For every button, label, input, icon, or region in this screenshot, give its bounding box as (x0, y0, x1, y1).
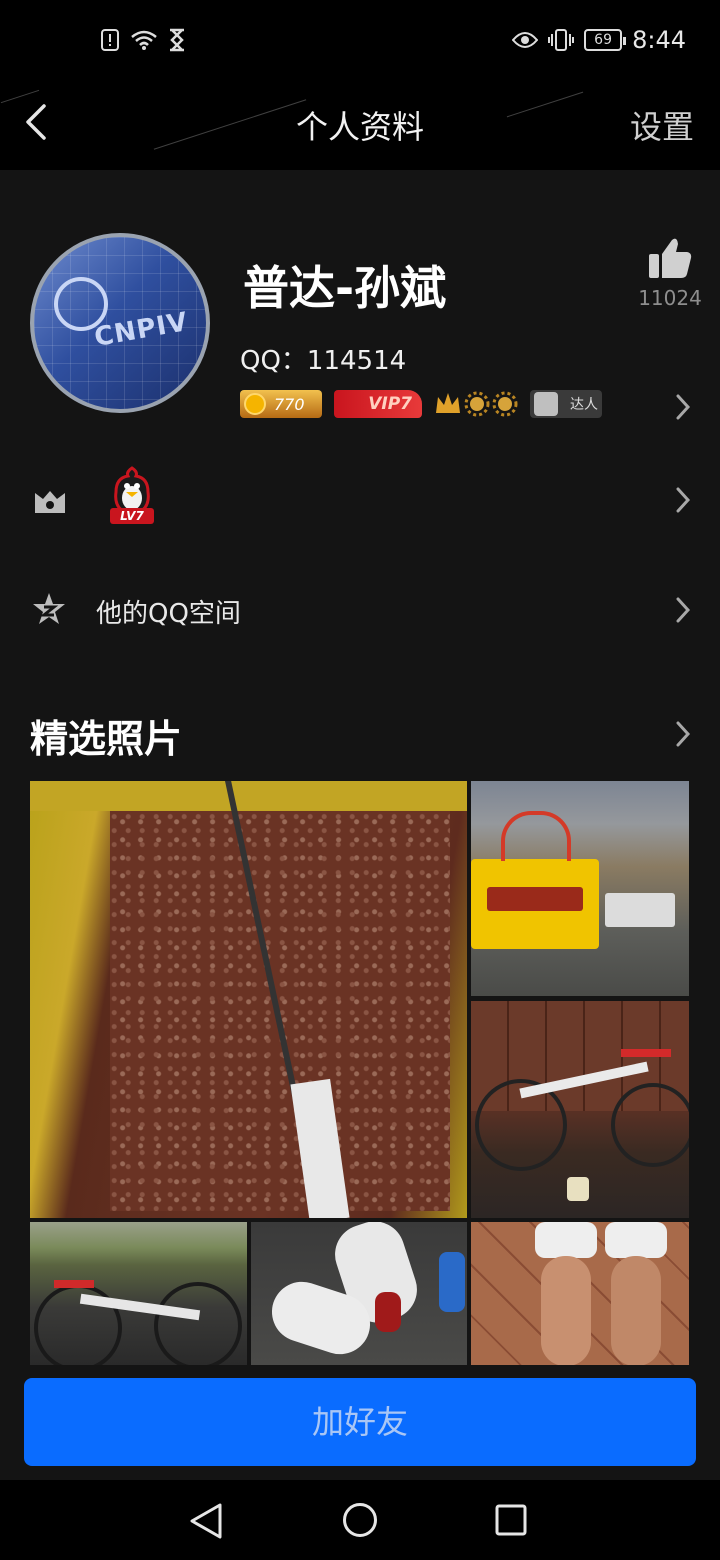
avatar[interactable]: CNPIV (30, 233, 210, 413)
status-right-icons: 69 8:44 (512, 26, 686, 54)
photo-legs-cycling-shoes[interactable] (471, 1222, 689, 1365)
status-left-icons (100, 28, 186, 52)
status-bar: 69 8:44 (0, 0, 720, 84)
sun-icon (464, 391, 490, 417)
qq-number: QQ：114514 (240, 346, 407, 376)
hourglass-icon (170, 28, 184, 52)
photo-bait-mix-bucket[interactable] (30, 781, 467, 1218)
like-count: 11024 (638, 286, 702, 310)
penguin-level-label: LV7 (110, 508, 154, 524)
photo-fishing-bag-rocks[interactable] (471, 781, 689, 996)
like-button[interactable]: 11024 (638, 236, 702, 310)
crown-outline-icon (35, 491, 65, 513)
add-friend-button[interactable]: 加好友 (24, 1378, 696, 1466)
vibrate-icon (548, 29, 575, 51)
expert-badge: 达人 (530, 390, 602, 418)
coin-icon (244, 393, 266, 415)
nav-home-icon[interactable] (342, 1502, 378, 1538)
qzone-link[interactable]: 他的QQ空间 (96, 593, 241, 630)
nickname: 普达-孙斌 (243, 261, 447, 315)
eye-icon (512, 32, 539, 48)
thumbs-up-icon (649, 238, 692, 278)
featured-photos-title: 精选照片 (30, 717, 183, 761)
level-badge: 770 (240, 390, 322, 418)
top-app-bar: 个人资料 设置 (0, 84, 720, 170)
photo-road-bike-outdoor[interactable] (30, 1222, 247, 1365)
chevron-right-icon[interactable] (672, 485, 694, 515)
bottom-action-area: 加好友 (0, 1365, 720, 1480)
photo-road-bike-indoor[interactable] (471, 1001, 689, 1218)
qzone-star-icon (33, 593, 65, 624)
chevron-right-icon[interactable] (672, 595, 694, 625)
system-navigation-bar (0, 1480, 720, 1560)
battery-indicator: 69 (584, 29, 627, 51)
nav-back-icon[interactable] (188, 1502, 224, 1540)
page-title: 个人资料 (295, 108, 424, 146)
sun-icon-2 (492, 391, 518, 417)
chevron-right-icon[interactable] (672, 392, 694, 422)
wifi-icon (131, 30, 157, 50)
sim-alert-icon (101, 29, 119, 51)
photo-cycling-shoes[interactable] (251, 1222, 467, 1365)
crown-sun-badges (434, 391, 518, 417)
profile-content: CNPIV 普达-孙斌 11024 QQ：114514 770 VIP7 达人 … (0, 170, 720, 1365)
clock: 8:44 (632, 26, 686, 54)
vip-badge: VIP7 (334, 390, 422, 418)
settings-button[interactable]: 设置 (630, 102, 694, 148)
crown-icon (436, 393, 460, 413)
penguin-level-badge[interactable]: LV7 (104, 466, 160, 528)
chevron-right-icon[interactable] (672, 719, 694, 749)
badge-row[interactable]: 770 VIP7 达人 (240, 390, 602, 418)
nav-recents-icon[interactable] (495, 1504, 527, 1536)
wing-icon (534, 392, 558, 416)
